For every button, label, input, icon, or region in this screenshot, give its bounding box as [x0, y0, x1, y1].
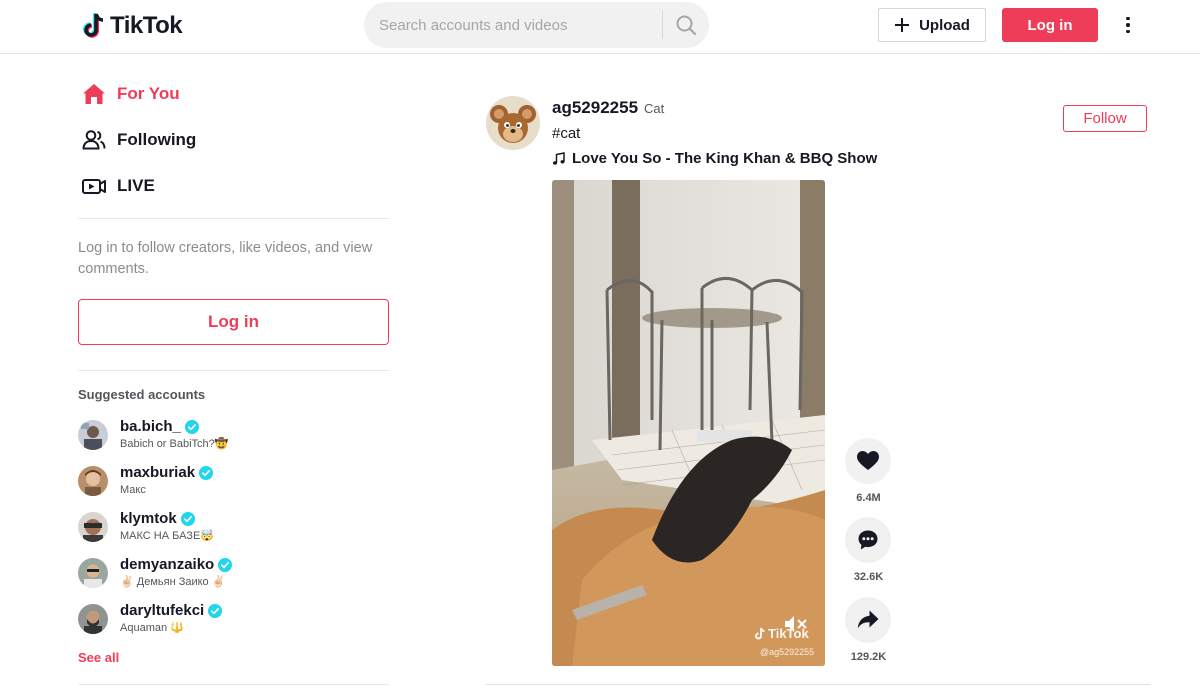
tiktok-logo[interactable]: TikTok [82, 10, 183, 42]
see-all-link[interactable]: See all [78, 650, 119, 665]
avatar [78, 466, 108, 496]
verified-icon [180, 512, 195, 526]
nav-item-following[interactable]: Following [78, 117, 389, 163]
suggested-accounts-title: Suggested accounts [78, 387, 206, 402]
account-username: ba.bich_ [120, 418, 181, 435]
divider [78, 218, 389, 219]
nav-label: For You [117, 84, 180, 103]
video-player[interactable]: TikTok @ag5292255 [552, 180, 825, 666]
login-prompt-text: Log in to follow creators, like videos, … [78, 240, 373, 277]
divider [486, 684, 1150, 685]
follow-button[interactable]: Follow [1063, 105, 1147, 132]
comment-count: 32.6K [853, 571, 884, 583]
account-nickname: ✌🏻 Демьян Заико ✌🏻 [120, 576, 226, 588]
comment-button[interactable] [845, 517, 891, 563]
users-icon [81, 127, 107, 153]
share-count: 129.2K [850, 651, 887, 663]
suggested-account[interactable]: daryltufekci Aquaman 🔱 [78, 596, 389, 642]
share-action: 129.2K [845, 597, 892, 663]
watermark-logo: TikTok [754, 626, 809, 641]
music-link[interactable]: Love You So - The King Khan & BBQ Show [552, 150, 877, 167]
heart-icon [857, 451, 879, 470]
avatar [78, 604, 108, 634]
like-button[interactable] [845, 438, 891, 484]
plus-icon [895, 18, 910, 32]
account-nickname: Макс [120, 484, 146, 496]
avatar [78, 420, 108, 450]
logo-text: TikTok [110, 12, 183, 39]
account-username: daryltufekci [120, 602, 205, 619]
author-nickname: Cat [644, 101, 665, 116]
nav-label: LIVE [117, 176, 155, 195]
like-count: 6.4M [856, 492, 881, 504]
top-header: TikTok Upload Log in [0, 0, 1200, 54]
search-bar [364, 2, 709, 48]
suggested-account[interactable]: klymtok МАКС НА БАЗЕ🤯 [78, 504, 389, 550]
verified-icon [184, 420, 199, 434]
video-frame [552, 180, 825, 666]
account-nickname: Aquaman 🔱 [120, 622, 184, 634]
verified-icon [199, 466, 214, 480]
suggested-account[interactable]: ba.bich_ Babich or BabiTch?🤠 [78, 412, 389, 458]
suggested-account[interactable]: maxburiak Макс [78, 458, 389, 504]
search-icon [676, 15, 697, 36]
tiktok-note-icon [755, 627, 765, 639]
share-icon [857, 610, 879, 629]
verified-icon [208, 604, 223, 618]
nav-item-for-you[interactable]: For You [78, 71, 389, 117]
divider [78, 684, 389, 685]
sidebar: For You Following LIVE Log in to follow … [78, 54, 389, 700]
home-icon [81, 81, 107, 107]
verified-icon [218, 558, 233, 572]
author-info: ag5292255 Cat [552, 98, 664, 118]
watermark-username: @ag5292255 [760, 647, 815, 657]
header-login-button[interactable]: Log in [1002, 8, 1098, 42]
search-input[interactable] [379, 16, 648, 34]
hashtag-link[interactable]: #cat [552, 125, 580, 142]
sidebar-login-button[interactable]: Log in [78, 299, 389, 345]
divider [78, 370, 389, 371]
music-note-icon [553, 151, 565, 165]
account-nickname: МАКС НА БАЗЕ🤯 [120, 530, 214, 542]
avatar [78, 512, 108, 542]
nav-label: Following [117, 130, 197, 149]
upload-label: Upload [919, 16, 970, 34]
share-button[interactable] [845, 597, 891, 643]
author-avatar[interactable] [486, 96, 540, 150]
account-username: maxburiak [120, 464, 196, 481]
comment-action: 32.6K [845, 517, 892, 583]
search-button[interactable] [663, 2, 709, 48]
account-nickname: Babich or BabiTch?🤠 [120, 438, 229, 450]
account-username: demyanzaiko [120, 556, 215, 573]
avatar [78, 558, 108, 588]
like-action: 6.4M [845, 438, 892, 504]
nav-item-live[interactable]: LIVE [78, 163, 389, 209]
upload-button[interactable]: Upload [878, 8, 986, 42]
suggested-account[interactable]: demyanzaiko ✌🏻 Демьян Заико ✌🏻 [78, 550, 389, 596]
watermark-logo-text: TikTok [768, 626, 809, 641]
comment-icon [858, 530, 878, 550]
account-username: klymtok [120, 510, 177, 527]
author-username[interactable]: ag5292255 [552, 98, 638, 118]
tiktok-note-icon [83, 13, 104, 38]
more-options-icon[interactable] [1116, 12, 1140, 38]
music-title: Love You So - The King Khan & BBQ Show [572, 150, 878, 167]
live-icon [81, 173, 107, 199]
